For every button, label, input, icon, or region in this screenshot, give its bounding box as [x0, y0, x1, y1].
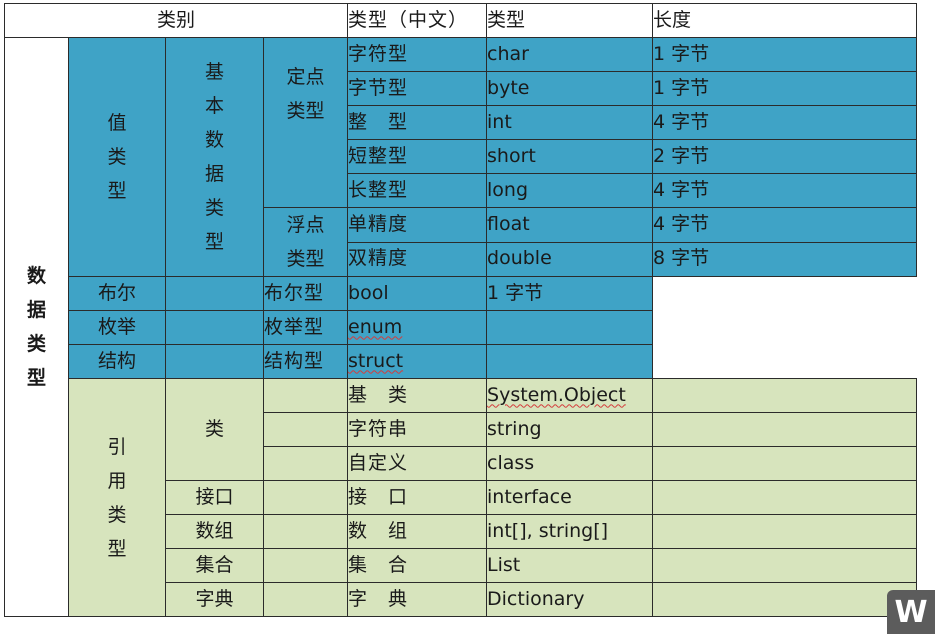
type-cn-cell: 整 型: [347, 105, 488, 140]
type-cell: class: [486, 446, 654, 481]
type-cell: double: [486, 241, 654, 277]
type-cn-cell: 结构型: [262, 344, 349, 379]
table-row: 枚举 枚举型 enum: [5, 310, 917, 345]
enum-group-label: 枚举: [68, 310, 166, 345]
basic-types-label: 基本数据类型: [165, 37, 264, 277]
watermark-logo: W: [887, 590, 935, 634]
header-type: 类型: [486, 3, 654, 38]
empty-cell: [165, 276, 264, 311]
length-cell: 4 字节: [652, 173, 918, 208]
data-types-table: 类别 类型（中文） 类型 长度 数据类型 值类型 基本数据类型 定点 类型 字符型…: [3, 3, 918, 617]
empty-cell: [165, 310, 264, 345]
type-cn-cell: 短整型: [347, 139, 488, 174]
empty-cell: [262, 480, 349, 515]
dictionary-group-label: 字典: [165, 582, 264, 617]
type-cn-cell: 布尔型: [262, 276, 349, 311]
length-cell: [486, 310, 654, 345]
type-cn-cell: 字符型: [347, 37, 488, 72]
type-cn-cell: 集 合: [347, 548, 488, 583]
type-cell: byte: [486, 71, 654, 106]
type-cell: bool: [347, 276, 488, 311]
header-length: 长度: [652, 3, 918, 38]
type-cn-cell: 单精度: [347, 207, 488, 243]
type-cell: enum: [347, 310, 488, 345]
length-cell: 4 字节: [652, 207, 918, 243]
type-cn-cell: 接 口: [347, 480, 488, 515]
length-cell: [486, 344, 654, 379]
type-cn-cell: 自定义: [347, 446, 488, 481]
empty-cell: [262, 582, 349, 617]
header-row: 类别 类型（中文） 类型 长度: [3, 3, 918, 38]
length-cell: [652, 548, 918, 583]
type-cell: string: [486, 412, 654, 447]
interface-group-label: 接口: [165, 480, 264, 515]
value-types-label: 值类型: [68, 37, 166, 277]
type-cell: int: [486, 105, 654, 140]
empty-cell: [262, 548, 349, 583]
empty-cell: [165, 344, 264, 379]
empty-cell: [262, 514, 349, 549]
table-row: 结构 结构型 struct: [5, 344, 917, 379]
header-category: 类别: [3, 3, 349, 38]
type-cn-cell: 枚举型: [262, 310, 349, 345]
empty-cell: [262, 412, 349, 447]
data-types-label: 数据类型: [4, 37, 69, 617]
type-cell: short: [486, 139, 654, 174]
struct-group-label: 结构: [68, 344, 166, 379]
array-group-label: 数组: [165, 514, 264, 549]
type-cn-cell: 字 典: [347, 582, 488, 617]
type-cn-cell: 字符串: [347, 412, 488, 447]
table-row: 数据类型 值类型 基本数据类型 定点 类型 字符型 char 1 字节: [4, 37, 918, 617]
type-cell: long: [486, 173, 654, 208]
type-cell: float: [486, 207, 654, 243]
type-cell: List: [486, 548, 654, 583]
length-cell: 2 字节: [652, 139, 918, 174]
type-cn-cell: 数 组: [347, 514, 488, 549]
length-cell: 1 字节: [652, 71, 918, 106]
type-cell: int[], string[]: [486, 514, 654, 549]
bool-group-label: 布尔: [68, 276, 166, 311]
type-cn-cell: 双精度: [347, 241, 488, 277]
collection-group-label: 集合: [165, 548, 264, 583]
empty-cell: [262, 446, 349, 481]
type-cn-cell: 长整型: [347, 173, 488, 208]
table-row: 引用类型 类 基 类 System.Object: [5, 378, 918, 617]
length-cell: [652, 514, 918, 549]
type-cn-cell: 字节型: [347, 71, 488, 106]
type-cell: interface: [486, 480, 654, 515]
table-row: 布尔 布尔型 bool 1 字节: [5, 276, 917, 311]
reference-types-label: 引用类型: [68, 378, 166, 617]
length-cell: [652, 378, 918, 413]
type-cell: char: [486, 37, 654, 72]
length-cell: 8 字节: [652, 241, 918, 277]
fixed-point-label: 定点 类型: [262, 37, 349, 208]
length-cell: 4 字节: [652, 105, 918, 140]
length-cell: [652, 582, 918, 617]
empty-cell: [262, 378, 349, 413]
floating-point-label: 浮点 类型: [262, 207, 349, 277]
length-cell: 1 字节: [652, 37, 918, 72]
header-type-cn: 类型（中文）: [347, 3, 488, 38]
type-cell: Dictionary: [486, 582, 654, 617]
length-cell: [652, 412, 918, 447]
length-cell: 1 字节: [486, 276, 654, 311]
class-group-label: 类: [165, 378, 264, 481]
type-cell: System.Object: [486, 378, 654, 413]
length-cell: [652, 446, 918, 481]
length-cell: [652, 480, 918, 515]
type-cell: struct: [347, 344, 488, 379]
type-cn-cell: 基 类: [347, 378, 488, 413]
